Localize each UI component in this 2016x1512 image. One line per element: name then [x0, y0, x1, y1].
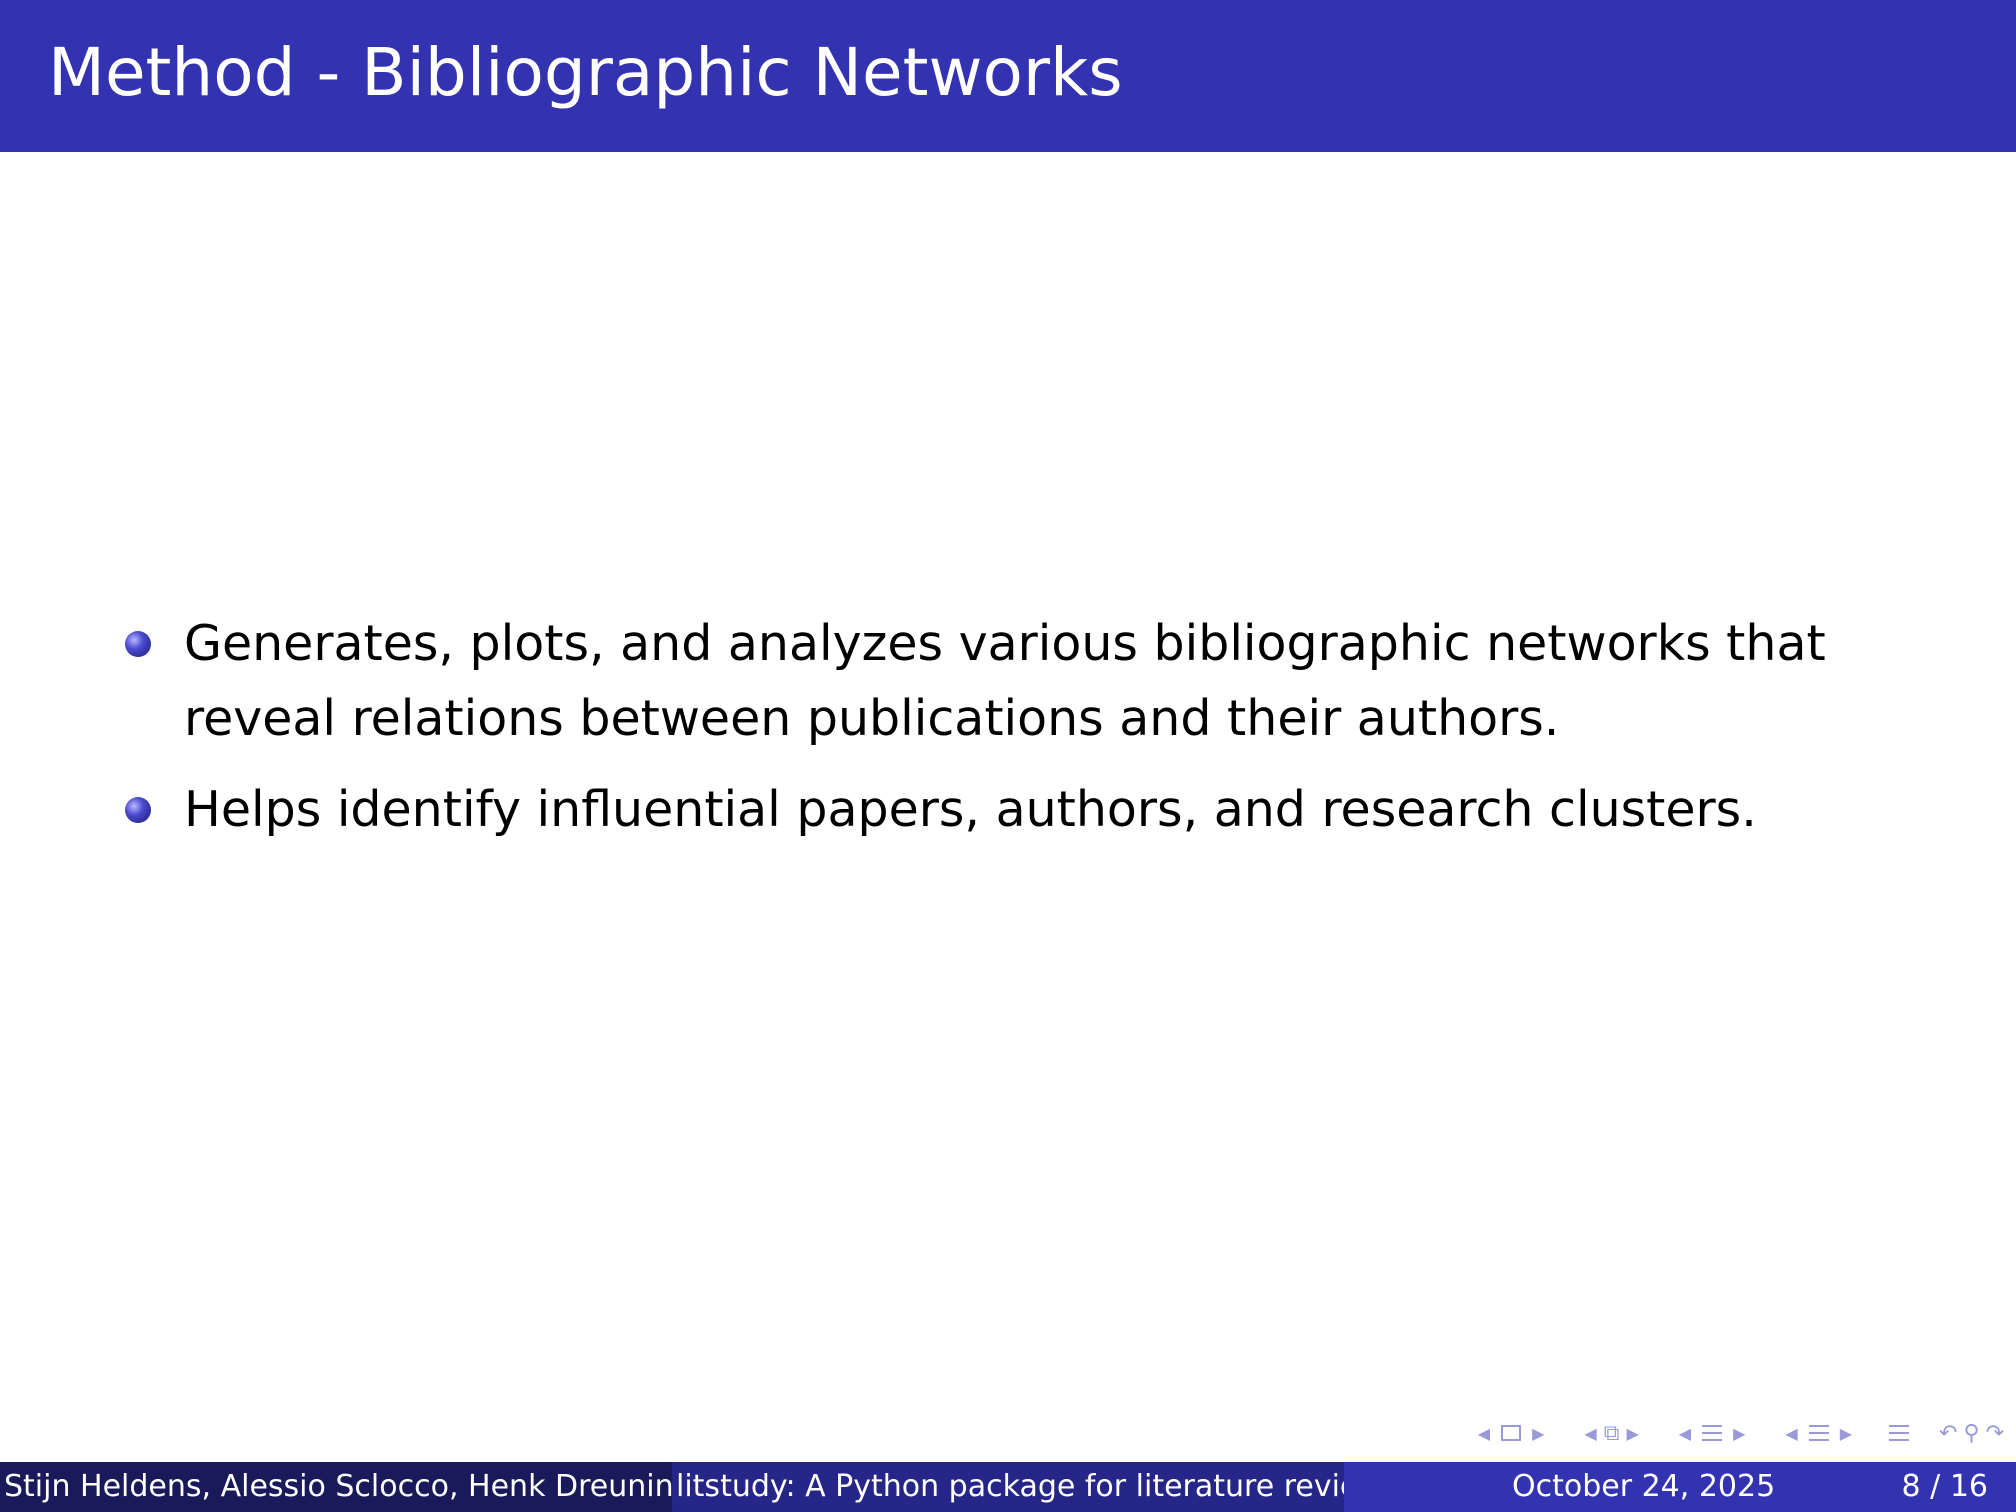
part-icon[interactable] [1808, 1425, 1829, 1441]
slide-title: Method - Bibliographic Networks [48, 34, 1123, 111]
next-subsection-icon[interactable]: ▶ [1626, 1424, 1638, 1443]
subsection-icon[interactable]: ⧉ [1604, 1421, 1620, 1446]
footer-date-page: October 24, 2025 8 / 16 [1344, 1462, 2016, 1512]
footer-title: litstudy: A Python package for literatur… [672, 1462, 1344, 1512]
search-icon[interactable]: ⚲ [1963, 1421, 1979, 1446]
prev-part-icon[interactable]: ◀ [1785, 1424, 1797, 1443]
prev-subsection-icon[interactable]: ◀ [1584, 1424, 1596, 1443]
beamer-navigation: ◀ ▶ ◀ ⧉ ▶ ◀ ▶ ◀ ▶ ↶ ⚲ ↷ [1471, 1418, 2004, 1448]
section-icon[interactable] [1702, 1425, 1723, 1441]
bullet-item: Generates, plots, and analyzes various b… [120, 606, 1980, 756]
bullet-list: Generates, plots, and analyzes various b… [120, 606, 1980, 863]
next-section-icon[interactable]: ▶ [1733, 1424, 1745, 1443]
next-part-icon[interactable]: ▶ [1840, 1424, 1852, 1443]
prev-section-icon[interactable]: ◀ [1679, 1424, 1691, 1443]
footer-date: October 24, 2025 [1512, 1469, 1776, 1504]
title-bar: Method - Bibliographic Networks [0, 0, 2016, 152]
footer-bar: Stijn Heldens, Alessio Sclocco, Henk Dre… [0, 1462, 2016, 1512]
prev-frame-icon[interactable]: ◀ [1478, 1424, 1490, 1443]
back-icon[interactable]: ↶ [1939, 1421, 1957, 1446]
bullet-item: Helps identify influential papers, autho… [120, 772, 1980, 847]
footer-page-number: 8 / 16 [1901, 1469, 1988, 1504]
bullet-text: Generates, plots, and analyzes various b… [184, 615, 1826, 747]
bullet-ball-icon [125, 631, 151, 657]
frame-icon[interactable] [1501, 1425, 1522, 1441]
outline-icon[interactable] [1889, 1425, 1909, 1441]
bullet-text: Helps identify influential papers, autho… [184, 781, 1757, 838]
bullet-ball-icon [125, 797, 151, 823]
footer-authors: Stijn Heldens, Alessio Sclocco, Henk Dre… [0, 1462, 672, 1512]
next-frame-icon[interactable]: ▶ [1532, 1424, 1544, 1443]
forward-icon[interactable]: ↷ [1986, 1421, 2004, 1446]
